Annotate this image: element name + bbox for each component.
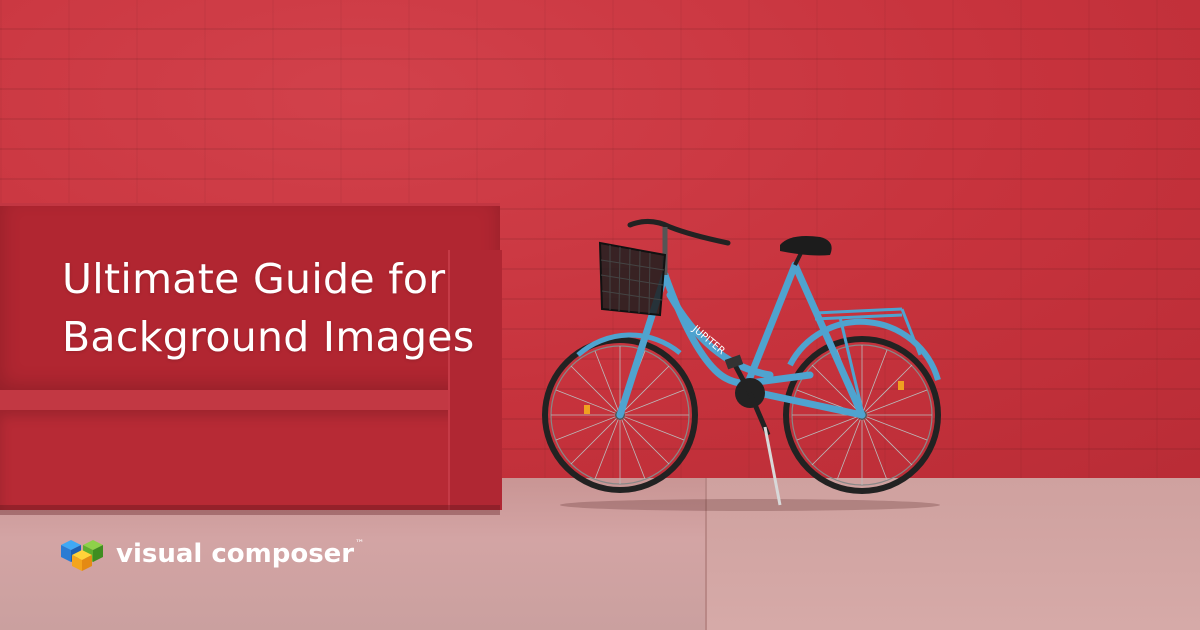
bicycle-illustration: JUPITER: [542, 219, 941, 511]
hero-banner: JUPITER Ultimate Guide for Background Im…: [0, 0, 1200, 630]
bench-base: [0, 410, 475, 510]
front-basket: [598, 241, 667, 317]
bench-seat: [0, 390, 475, 412]
page-title: Ultimate Guide for Background Images: [62, 250, 475, 366]
title-line-1: Ultimate Guide for: [62, 255, 446, 303]
cube-logo-icon: [61, 540, 103, 571]
kickstand: [763, 426, 782, 506]
title-line-2: Background Images: [62, 313, 475, 361]
bench-shadow: [0, 505, 500, 515]
brand-name: visual composer: [116, 539, 355, 569]
saddle: [780, 236, 832, 256]
trademark-symbol: ™: [355, 539, 365, 549]
brand-logo: visual composer ™: [60, 536, 364, 572]
